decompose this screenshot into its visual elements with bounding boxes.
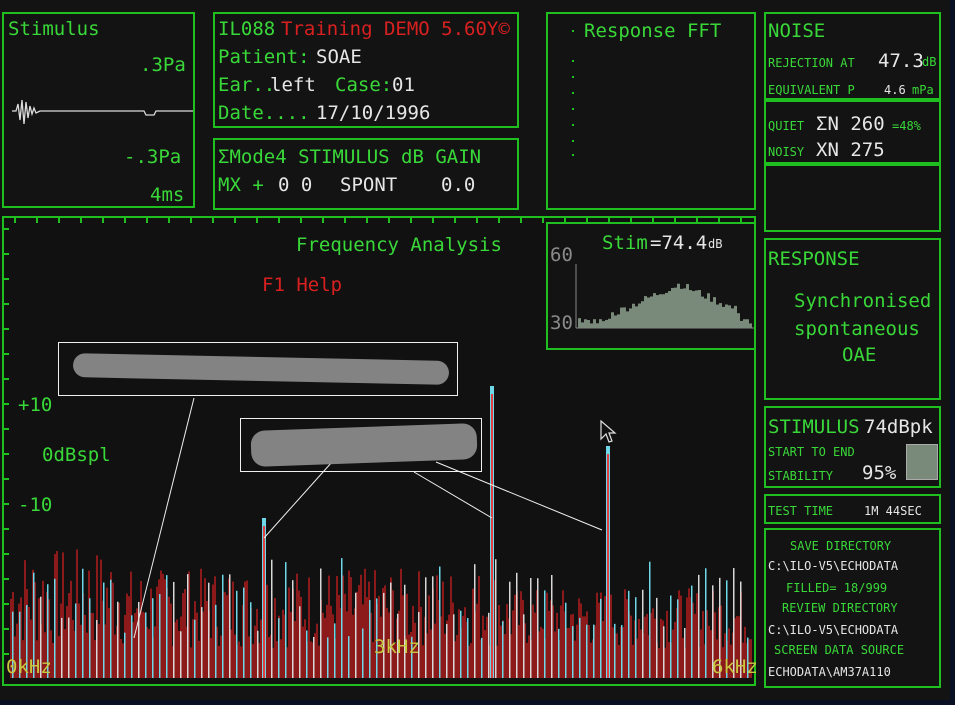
response-fft-axis: [572, 30, 574, 156]
stim-inset-panel: Stim =74.4 dB 60 30: [546, 222, 756, 350]
stimulus-panel: Stimulus .3Pa -.3Pa 4ms: [2, 12, 195, 208]
equivalent-label: EQUIVALENT P: [768, 83, 855, 97]
mode-line2-values: 0 0: [278, 174, 313, 196]
review-directory-label: REVIEW DIRECTORY: [782, 601, 898, 615]
directory-panel: SAVE DIRECTORY C:\ILO-V5\ECHODATA FILLED…: [764, 528, 941, 688]
case-label: Case:: [335, 74, 393, 96]
quiet-value: ΣN 260: [816, 113, 885, 135]
data-source-path: ECHODATA\AM37A110: [768, 665, 891, 679]
save-directory-label: SAVE DIRECTORY: [790, 539, 892, 553]
rejection-value: 47.3: [878, 50, 924, 72]
quiet-noisy-panel: QUIET ΣN 260 =48% NOISY XN 275: [764, 100, 941, 164]
ilo88-screen: Stimulus .3Pa -.3Pa 4ms IL088 Training D…: [0, 0, 950, 700]
y-label-plus10: +10: [18, 394, 53, 416]
mode-line2-prefix: MX +: [218, 174, 264, 196]
annotation-box-2: [240, 418, 482, 472]
case-value: 01: [392, 74, 415, 96]
mouse-cursor-icon: [600, 420, 617, 443]
noise-title: NOISE: [768, 20, 826, 42]
quiet-label: QUIET: [768, 119, 805, 133]
noise-panel: NOISE REJECTION AT 47.3 dB EQUIVALENT P …: [764, 12, 941, 100]
stim-inset-histogram: [575, 264, 754, 329]
redacted-text-2: [250, 423, 478, 467]
response-line1: Synchronised: [794, 290, 932, 312]
mode-panel: ΣMode4 STIMULUS dB GAIN MX + 0 0 SPONT 0…: [213, 138, 519, 210]
redacted-text-1: [72, 353, 450, 385]
mode-line2-stim: SPONT: [340, 174, 398, 196]
equivalent-value: 4.6: [884, 83, 906, 97]
patient-label: Patient:: [218, 46, 310, 68]
response-line2: spontaneous: [794, 318, 920, 340]
rejection-label: REJECTION AT: [768, 56, 855, 70]
x-label-3khz: 3kHz: [374, 636, 420, 658]
date-label: Date....: [218, 102, 310, 124]
header-panel: IL088 Training DEMO 5.60Y© Patient: SOAE…: [213, 12, 519, 128]
review-directory-path: C:\ILO-V5\ECHODATA: [768, 623, 899, 637]
stimulus-stability-panel: STIMULUS 74dBpk START TO END STABILITY 9…: [764, 406, 941, 488]
analysis-title: Frequency Analysis: [296, 234, 502, 256]
response-title: RESPONSE: [768, 248, 860, 270]
stim-box-title: STIMULUS: [768, 416, 860, 438]
filled-count: FILLED= 18/999: [786, 581, 888, 595]
test-time-label: TEST TIME: [768, 504, 834, 518]
stimulus-waveform: [12, 99, 193, 125]
stim-box-stability-value: 95%: [862, 462, 897, 484]
save-directory-path: C:\ILO-V5\ECHODATA: [768, 559, 899, 573]
rejection-unit: dB: [922, 55, 937, 69]
noisy-value: XN 275: [816, 139, 885, 161]
data-source-label: SCREEN DATA SOURCE: [774, 643, 905, 657]
app-title: Training DEMO 5.60Y©: [281, 18, 510, 40]
response-fft-panel: Response FFT: [546, 12, 756, 210]
stim-box-stability-label: STABILITY: [768, 469, 834, 483]
y-label-zero: 0dBspl: [42, 444, 111, 466]
y-label-minus10: -10: [18, 494, 53, 516]
help-hint: F1 Help: [262, 274, 343, 296]
noisy-label: NOISY: [768, 145, 805, 159]
mode-line2-gain: 0.0: [441, 174, 476, 196]
x-label-6khz: 6kHz: [712, 656, 758, 678]
equivalent-unit: mPa: [912, 83, 934, 97]
annotation-box-1: [58, 342, 458, 396]
blank-panel: [764, 164, 941, 232]
response-panel: RESPONSE Synchronised spontaneous OAE: [764, 238, 941, 400]
test-time-value: 1M 44SEC: [864, 504, 922, 518]
ear-label: Ear..: [218, 74, 276, 96]
patient-value: SOAE: [316, 46, 362, 68]
stim-box-value: 74dBpk: [864, 416, 933, 438]
stability-indicator: [906, 444, 938, 480]
response-line3: OAE: [842, 344, 877, 366]
date-value: 17/10/1996: [316, 102, 431, 124]
app-code: IL088: [218, 18, 276, 40]
x-label-0khz: 0kHz: [6, 656, 52, 678]
quiet-percent: =48%: [892, 119, 921, 133]
ear-value: left: [270, 74, 316, 96]
mode-line1: ΣMode4 STIMULUS dB GAIN: [218, 146, 482, 168]
stim-box-line2: START TO END: [768, 445, 855, 459]
test-time-panel: TEST TIME 1M 44SEC: [764, 494, 941, 524]
